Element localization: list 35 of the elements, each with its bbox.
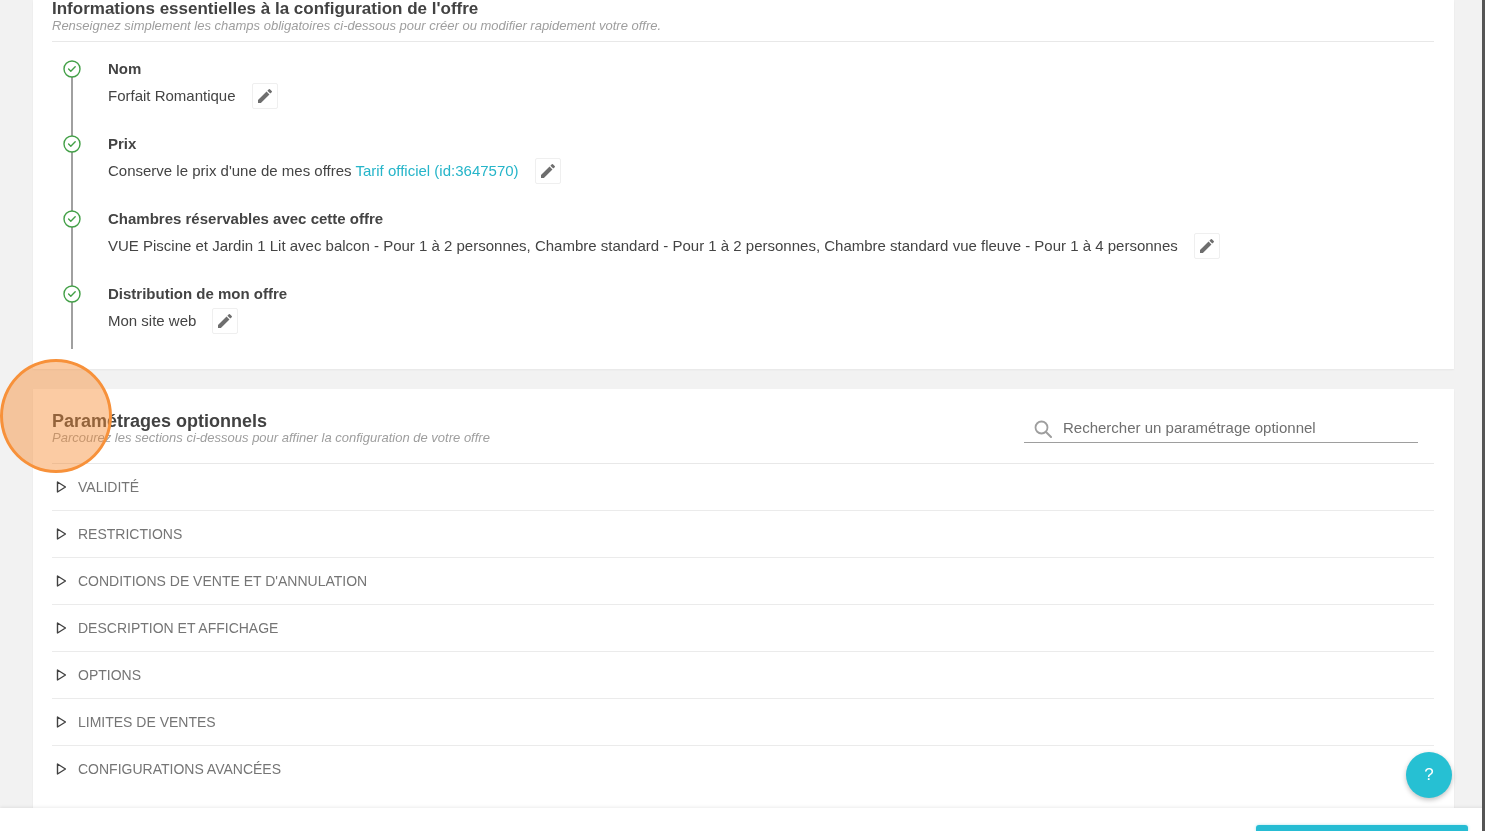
step-label: Chambres réservables avec cette offre	[108, 209, 385, 229]
section-toggle[interactable]: CONDITIONS DE VENTE ET D'ANNULATION	[52, 568, 374, 594]
section-toggle[interactable]: CONFIGURATIONS AVANCÉES	[52, 756, 288, 782]
section-label: VALIDITÉ	[78, 478, 140, 496]
step-value: Mon site web	[108, 311, 197, 331]
section-label: RESTRICTIONS	[78, 525, 183, 543]
section-label: CONDITIONS DE VENTE ET D'ANNULATION	[78, 572, 368, 590]
section-toggle[interactable]: DESCRIPTION ET AFFICHAGE	[52, 615, 285, 641]
search-field[interactable]: Rechercher un paramétrage optionnel	[1024, 414, 1418, 443]
pencil-icon	[257, 89, 272, 103]
step-label: Distribution de mon offre	[108, 284, 289, 304]
edit-button[interactable]	[534, 158, 561, 184]
price-link[interactable]: Tarif officiel (id:3647570)	[355, 162, 519, 179]
pencil-icon	[218, 314, 233, 328]
step-value: VUE Piscine et Jardin 1 Lit avec balcon - Pour 1 à 2 personnes, Chambre standard - Pour 1 à 2 personnes, Chambre standard vue fleuve - Pour 1 à 4 personnes	[108, 236, 1178, 256]
edit-button[interactable]	[212, 308, 239, 334]
section-label: OPTIONS	[78, 666, 141, 684]
section-toggle[interactable]: RESTRICTIONS	[52, 521, 189, 547]
section-label: LIMITES DE VENTES	[78, 713, 216, 731]
section-toggle[interactable]: OPTIONS	[52, 662, 147, 688]
section-toggle[interactable]: LIMITES DE VENTES	[52, 709, 222, 735]
pencil-icon	[540, 164, 555, 178]
section-label: CONFIGURATIONS AVANCÉES	[78, 760, 282, 778]
pencil-icon	[1199, 239, 1214, 253]
edit-button[interactable]	[1193, 233, 1220, 259]
step-value: Forfait Romantique	[108, 86, 236, 106]
section-subtitle: Renseignez simplement les champs obligatoires ci-dessous pour créer ou modifier rapidement votre offre.	[52, 18, 663, 34]
section-label: DESCRIPTION ET AFFICHAGE	[78, 619, 279, 637]
section-toggle[interactable]: VALIDITÉ	[52, 474, 146, 500]
edit-button[interactable]	[251, 83, 278, 109]
step-label: Prix	[108, 134, 138, 154]
search-icon	[1034, 420, 1052, 438]
section-title: Informations essentielles à la configuration de l'offre	[52, 0, 480, 18]
step-label: Nom	[108, 59, 143, 79]
step-value: Conserve le prix d'une de mes offres Tarif officiel (id:3647570)	[108, 161, 519, 181]
